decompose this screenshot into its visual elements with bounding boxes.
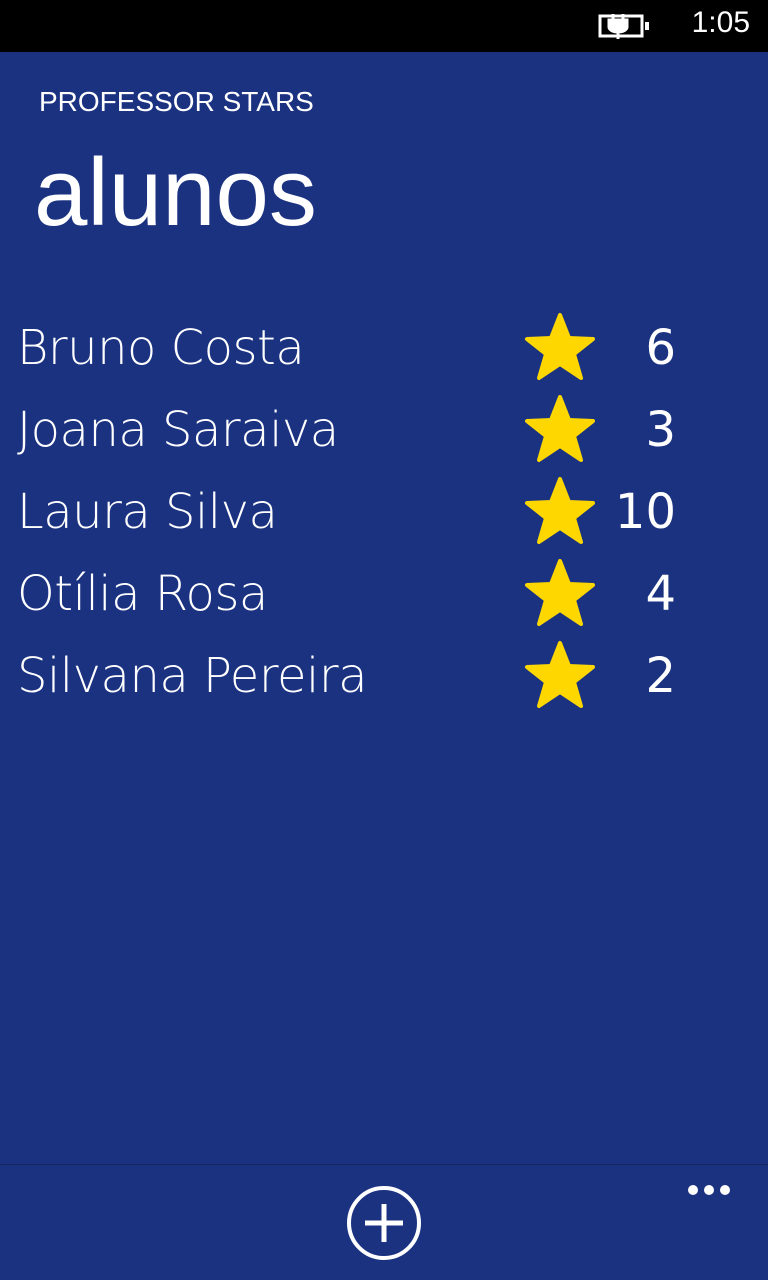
student-row[interactable]: Silvana Pereira 2 bbox=[0, 636, 768, 718]
star-count: 6 bbox=[645, 320, 676, 376]
star-count: 10 bbox=[614, 484, 676, 540]
app-title: PROFESSOR STARS bbox=[39, 86, 314, 117]
add-circle-icon[interactable] bbox=[346, 1185, 422, 1261]
star-icon bbox=[525, 395, 595, 462]
student-name: Silvana Pereira bbox=[17, 648, 368, 704]
star-count: 4 bbox=[645, 566, 676, 622]
status-bar: 1:05 bbox=[0, 0, 768, 52]
student-name: Laura Silva bbox=[17, 484, 278, 540]
star-count: 2 bbox=[645, 648, 676, 704]
star-icon bbox=[525, 477, 595, 544]
student-row[interactable]: Bruno Costa 6 bbox=[0, 308, 768, 390]
student-row[interactable]: Joana Saraiva 3 bbox=[0, 390, 768, 472]
clock: 1:05 bbox=[691, 6, 750, 39]
student-name: Joana Saraiva bbox=[17, 402, 339, 458]
star-icon bbox=[525, 559, 595, 626]
star-count: 3 bbox=[645, 402, 676, 458]
star-icon bbox=[525, 313, 595, 380]
page-title: alunos bbox=[34, 139, 317, 246]
student-row[interactable]: Laura Silva 10 bbox=[0, 472, 768, 554]
student-row[interactable]: Otília Rosa 4 bbox=[0, 554, 768, 636]
ellipsis-icon[interactable] bbox=[686, 1183, 736, 1197]
student-name: Bruno Costa bbox=[17, 320, 305, 376]
battery-charging-icon bbox=[598, 14, 649, 39]
star-icon bbox=[525, 641, 595, 708]
student-list: Bruno Costa 6 Joana Saraiva 3 Laura Silva … bbox=[0, 308, 768, 718]
app-bar bbox=[0, 1164, 768, 1280]
student-name: Otília Rosa bbox=[17, 566, 268, 622]
